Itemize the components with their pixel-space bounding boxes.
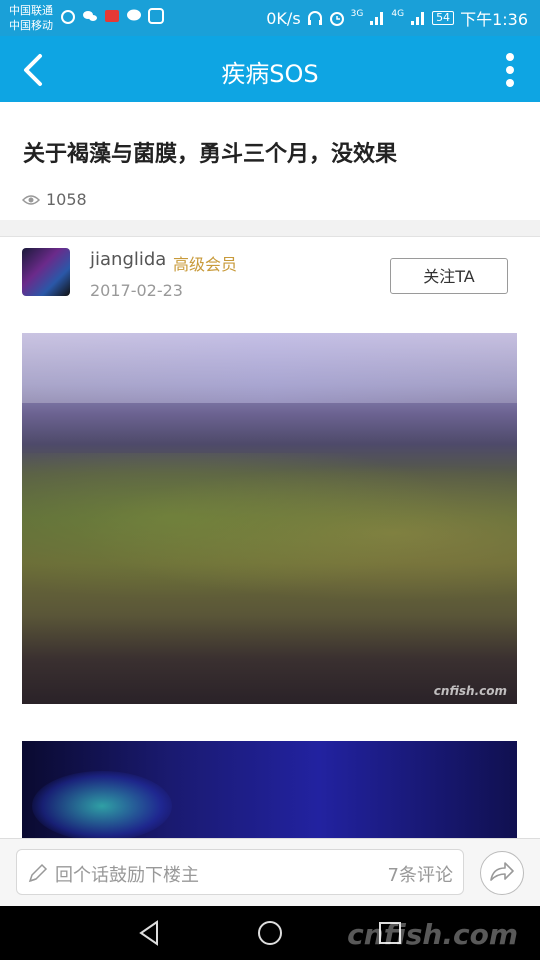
member-level-badge: 高级会员: [173, 255, 238, 274]
signal-bars-icon: [370, 12, 384, 25]
image-coral-glow: [32, 771, 172, 841]
carrier-2: 中国移动: [9, 19, 53, 32]
post-title: 关于褐藻与菌膜，勇斗三个月，没效果: [23, 142, 398, 167]
section-divider: [0, 220, 540, 237]
image-algae: [22, 453, 517, 613]
author-avatar[interactable]: [22, 248, 70, 296]
network-speed: 0K/s: [266, 8, 301, 28]
author-name[interactable]: jianglida: [90, 249, 166, 270]
status-bar: 中国联通 中国移动 0K/s 3G 4G 54 下午1:36: [0, 0, 540, 36]
battery-level: 54: [432, 11, 455, 25]
nav-back-icon[interactable]: [135, 918, 165, 948]
pencil-icon: [28, 863, 48, 883]
view-count: 1058: [22, 190, 87, 209]
share-icon: [490, 862, 514, 881]
nav-home-icon[interactable]: [255, 918, 285, 948]
message-icon: [127, 9, 141, 21]
status-right: 0K/s 3G 4G 54 下午1:36: [266, 6, 528, 30]
view-count-value: 1058: [46, 190, 87, 209]
carrier-info: 中国联通 中国移动: [9, 3, 53, 33]
wechat-icon: [83, 11, 97, 21]
comment-count[interactable]: 7条评论: [388, 861, 453, 887]
post-image[interactable]: [22, 741, 517, 841]
system-nav-bar: cnfish.com: [0, 906, 540, 960]
eye-icon: [22, 194, 40, 205]
comment-bar: 回个话鼓励下楼主 7条评论: [0, 838, 540, 907]
image-watermark: cnfish.com: [433, 684, 507, 698]
app-icon: [148, 8, 164, 24]
post-date: 2017-02-23: [90, 281, 183, 300]
follow-button[interactable]: 关注TA: [390, 258, 508, 294]
image-glare: [22, 333, 517, 403]
more-options-icon[interactable]: [500, 50, 520, 90]
weibo-icon: [61, 10, 75, 24]
headphones-icon: [307, 11, 322, 25]
page-title: 疾病SOS: [221, 60, 319, 88]
signal-3g: 3G: [350, 9, 364, 19]
app-bar: 疾病SOS: [0, 36, 540, 102]
signal-4g: 4G: [391, 9, 405, 19]
comment-input[interactable]: 回个话鼓励下楼主 7条评论: [16, 849, 464, 895]
alarm-icon: [329, 12, 344, 26]
share-button[interactable]: [480, 851, 524, 895]
carrier-1: 中国联通: [9, 4, 53, 17]
post-image[interactable]: cnfish.com: [22, 333, 517, 704]
news-app-icon: [105, 10, 119, 22]
clock: 下午1:36: [460, 10, 528, 29]
site-watermark: cnfish.com: [347, 918, 518, 951]
signal-bars-icon: [411, 12, 425, 25]
comment-placeholder: 回个话鼓励下楼主: [55, 865, 199, 886]
notification-icons: [60, 8, 164, 24]
